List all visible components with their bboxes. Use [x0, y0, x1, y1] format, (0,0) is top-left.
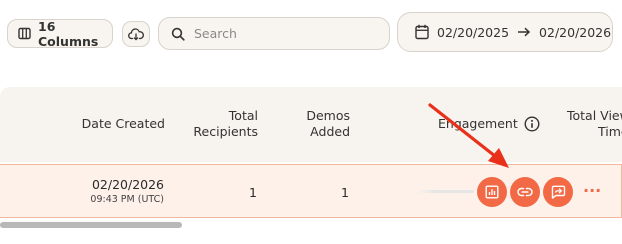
row-demos-added: 1: [341, 185, 349, 200]
row-time-created: 09:43 PM (UTC): [90, 194, 164, 205]
report-button[interactable]: [477, 177, 507, 207]
data-table: Date Created Total Recipients Demos Adde…: [0, 87, 622, 228]
date-start: 02/20/2025: [437, 24, 510, 40]
header-demos-added-line1: Demos: [306, 108, 350, 123]
header-total-view-line1: Total View: [567, 108, 622, 123]
header-date-created-label: Date Created: [81, 116, 165, 131]
search-icon: [171, 27, 185, 41]
copy-link-button[interactable]: [510, 177, 540, 207]
cloud-download-icon: [128, 27, 144, 41]
header-engagement[interactable]: Engagement: [438, 116, 540, 132]
download-button[interactable]: [122, 21, 150, 47]
header-total-view-line2: Time: [598, 124, 622, 139]
more-icon[interactable]: ···: [583, 181, 601, 200]
header-demos-added-line2: Added: [310, 124, 350, 139]
header-total-view-time[interactable]: Total View Time: [567, 108, 622, 140]
table-header: Date Created Total Recipients Demos Adde…: [0, 87, 622, 162]
columns-icon: [18, 27, 31, 40]
arrow-right-icon: [517, 27, 531, 37]
header-engagement-label: Engagement: [438, 116, 518, 131]
header-date-created[interactable]: Date Created: [82, 116, 165, 132]
share-button[interactable]: [543, 177, 573, 207]
link-icon: [517, 187, 533, 197]
table-row[interactable]: 02/20/2026 09:43 PM (UTC) 1 1 ···: [0, 164, 622, 218]
columns-button[interactable]: 16 Columns: [7, 18, 113, 49]
search-input[interactable]: [194, 26, 374, 41]
calendar-icon: [415, 24, 429, 40]
toolbar: 16 Columns 02/20/2025 02/20/2026: [0, 0, 622, 68]
header-total-recipients[interactable]: Total Recipients: [193, 108, 258, 140]
info-icon[interactable]: [524, 116, 540, 132]
horizontal-scrollbar[interactable]: [0, 222, 622, 228]
header-total-recipients-line2: Recipients: [193, 124, 258, 139]
engagement-bar: [418, 190, 474, 193]
header-total-recipients-line1: Total: [228, 108, 258, 123]
report-icon: [485, 185, 499, 199]
row-date-created: 02/20/2026: [91, 177, 164, 192]
header-demos-added[interactable]: Demos Added: [306, 108, 350, 140]
date-end: 02/20/2026: [539, 24, 612, 40]
row-total-recipients: 1: [249, 185, 257, 200]
search-box[interactable]: [158, 17, 390, 50]
scrollbar-thumb[interactable]: [0, 222, 182, 228]
date-range-picker[interactable]: 02/20/2025 02/20/2026: [397, 12, 613, 52]
share-icon: [551, 185, 566, 199]
columns-button-label: 16 Columns: [38, 18, 99, 49]
